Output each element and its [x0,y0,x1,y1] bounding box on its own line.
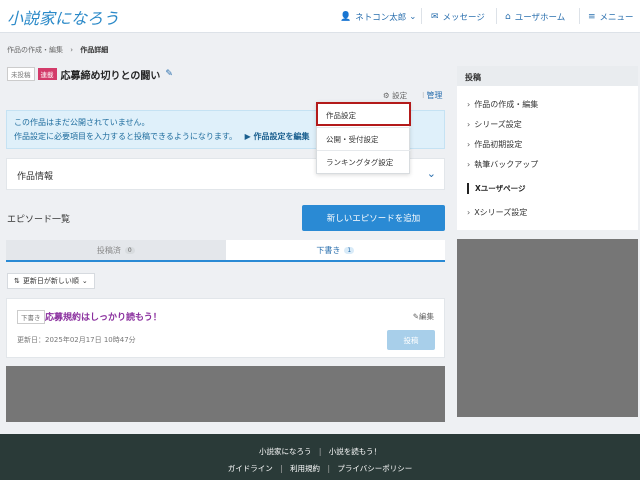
tab-published[interactable]: 投稿済 0 [6,240,226,260]
manage-button[interactable]: ⁝ 管理 [422,90,443,101]
episode-title[interactable]: 応募規約はしっかり読もう！ [45,310,162,323]
page-title: 応募締め切りとの闘い [60,70,161,82]
breadcrumb-separator: › [70,46,74,54]
sidebar-item-label: 執筆バックアップ [474,160,539,169]
footer-link[interactable]: 小説を読もう！ [329,447,381,456]
episode-tabs: 投稿済 0 下書き 1 [6,240,445,262]
sidebar-item-label: 作品の作成・編集 [474,100,539,109]
menu-label: メニュー [599,12,634,23]
chevron-right-icon: › [467,160,471,169]
count-badge: 0 [124,246,135,254]
user-icon: 👤 [340,11,352,22]
footer-link[interactable]: 小説家になろう [259,447,312,456]
mail-icon: ✉ [431,11,439,22]
episode-card: 下書き 応募規約はしっかり読もう！ ✎編集 更新日：2025年02月17日 10… [6,298,445,358]
edit-settings-link[interactable]: ▶ 作品設定を編集 [245,132,310,141]
count-badge: 1 [344,246,355,254]
messages-link[interactable]: ✉ メッセージ [431,0,485,33]
menu-item-publish-settings[interactable]: 公開・受付設定 [326,134,379,145]
menu-button[interactable]: ≡ メニュー [588,0,634,33]
footer-link[interactable]: ガイドライン [228,464,273,473]
home-icon: ⌂ [505,11,511,22]
work-info-label: 作品情報 [17,172,54,182]
site-footer: 小説家になろう | 小説を読もう！ ガイドライン | 利用規約 | プライバシー… [0,434,640,480]
chevron-right-icon: › [467,120,471,129]
settings-label: 設定 [392,91,408,100]
tab-drafts[interactable]: 下書き 1 [225,240,445,260]
site-logo[interactable]: 小説家になろう [7,5,119,29]
sidebar-item-label: Xシリーズ設定 [474,208,528,217]
episode-list-heading: エピソード一覧 [7,215,71,225]
updated-date: 更新日：2025年02月17日 10時47分 [17,336,136,344]
footer-link[interactable]: プライバシーポリシー [337,464,412,473]
gear-icon: ⚙ [383,91,390,100]
sidebar-heading: 投稿 [457,66,638,86]
sidebar: 投稿 › 作品の作成・編集 › シリーズ設定 › 作品初期設定 › 執筆バックアップ X… [457,66,638,230]
chevron-down-icon: ⌄ [409,11,417,22]
ad-placeholder-side [457,239,638,417]
messages-label: メッセージ [442,12,485,23]
post-button[interactable]: 投稿 [387,330,435,350]
sort-icon: ⇅ [14,277,20,285]
sidebar-item-series[interactable]: › シリーズ設定 [467,119,522,130]
site-header: 小説家になろう 👤 ネトコン太郎 ⌄ ✉ メッセージ ⌂ ユーザホーム ≡ メニ… [0,0,640,33]
user-name: ネトコン太郎 [355,12,407,23]
edit-label: 編集 [419,312,434,321]
sidebar-item-label: 作品初期設定 [474,140,523,149]
status-badge: 未投稿 [7,67,35,81]
edit-pencil-icon[interactable]: ✎ [165,69,173,79]
edit-episode-button[interactable]: ✎編集 [413,311,434,322]
notice-line-2: 作品設定に必要項目を入力すると投稿できるようになります。 [14,132,238,141]
tab-label: 投稿済 [96,245,121,255]
hamburger-icon: ≡ [588,11,596,22]
breadcrumb-current: 作品詳細 [80,46,109,54]
tab-label: 下書き [316,245,341,255]
sidebar-item-works[interactable]: › 作品の作成・編集 [467,99,538,110]
sort-label: 更新日が新しい順 [22,277,79,285]
sidebar-item-label: シリーズ設定 [474,120,522,129]
sort-dropdown[interactable]: ⇅ 更新日が新しい順 ⌄ [7,273,95,289]
highlight-box [316,102,411,126]
sidebar-item-defaults[interactable]: › 作品初期設定 [467,139,522,150]
chevron-down-icon: ⌄ [81,277,88,285]
settings-button[interactable]: ⚙ 設定 [383,90,407,101]
sidebar-item-backup[interactable]: › 執筆バックアップ [467,159,538,170]
breadcrumb: 作品の作成・編集 › 作品詳細 [7,45,108,55]
draft-badge: 下書き [17,310,45,324]
chevron-right-icon: › [467,140,471,149]
breadcrumb-link[interactable]: 作品の作成・編集 [7,46,63,54]
ad-placeholder [6,366,445,422]
user-home-link[interactable]: ⌂ ユーザホーム [505,0,565,33]
chevron-down-icon: ⌄ [426,167,436,180]
footer-link[interactable]: 利用規約 [290,464,320,473]
work-title-bar: 未投稿 連載 応募締め切りとの闘い ✎ [7,67,173,82]
type-badge: 連載 [37,68,57,80]
sidebar-item-x-series[interactable]: › Xシリーズ設定 [467,207,527,218]
user-menu-button[interactable]: 👤 ネトコン太郎 ⌄ [340,0,416,33]
sidebar-section-x: Xユーザページ [467,183,525,194]
add-episode-button[interactable]: 新しいエピソードを追加 [302,205,445,231]
menu-item-ranking-tags[interactable]: ランキングタグ設定 [326,157,393,168]
manage-label: 管理 [426,91,443,100]
chevron-right-icon: › [467,208,471,217]
user-home-label: ユーザホーム [514,12,566,23]
chevron-right-icon: › [467,100,471,109]
